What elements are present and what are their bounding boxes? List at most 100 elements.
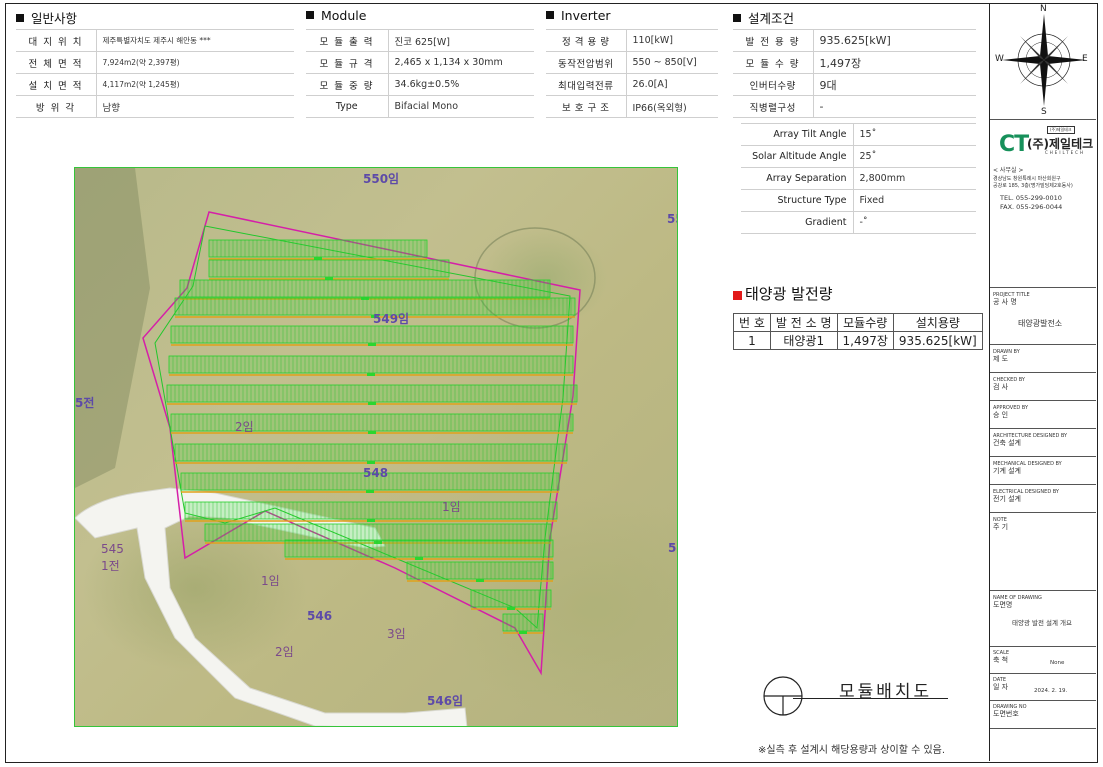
drawing-no-cell: DRAWING NO 도면번호 [990, 701, 1096, 729]
map-label: 546임 [427, 694, 464, 708]
main-area: 일반사항 대 지 위 치 제주특별자치도 제주시 해안동 *** 전 체 면 적7… [6, 4, 989, 761]
bullet-square-icon [16, 14, 24, 22]
map-label: 550임 [363, 172, 400, 186]
table-row: 모 듈 중 량 34.6kg±0.5% [306, 73, 534, 96]
table-row: 대 지 위 치 제주특별자치도 제주시 해안동 *** [16, 29, 294, 52]
compass-icon [1002, 14, 1086, 106]
footnote: ※실측 후 설계시 해당용량과 상이할 수 있음. [758, 745, 946, 756]
table-row: Array Separation 2,800mm [741, 167, 976, 190]
table-row: Array Tilt Angle 15˚ [741, 123, 976, 146]
table-row: 설 치 면 적 4,117m2(약 1,245평) [16, 73, 294, 96]
map-label: 5전 [75, 396, 95, 410]
table-row: Type Bifacial Mono [306, 95, 534, 118]
bullet-square-icon [733, 14, 741, 22]
table-row: 모 듈 수 량 1,497장 [733, 51, 976, 74]
inverter-marker [367, 461, 375, 464]
inverter-marker [366, 490, 374, 493]
map-label: 545 [101, 542, 124, 556]
table-row: 직병렬구성 - [733, 95, 976, 118]
fax-number: FAX. 055-296-0044 [1000, 203, 1063, 211]
inverter-marker [476, 579, 484, 582]
design-conditions-table: Array Tilt Angle 15˚ Solar Altitude Angle… [741, 123, 976, 234]
scale-value: None [1050, 660, 1065, 666]
module-title: Module [306, 8, 366, 23]
map-label: 3임 [387, 627, 406, 641]
map-label: 55 [667, 212, 677, 226]
table-row: 전 체 면 적 7,924m2(약 2,397평) [16, 51, 294, 74]
title-block: N S E W (주)제일테크 CT (주)제일테크 CHEILTECH < 사… [989, 4, 1097, 761]
section-mark-icon [763, 676, 803, 716]
map-label: 1전 [101, 559, 120, 573]
map-label: 1임 [261, 574, 280, 588]
date-value: 2024. 2. 19. [1034, 688, 1068, 694]
map-label: 548 [363, 466, 389, 480]
general-title: 일반사항 [16, 8, 77, 27]
note-cell: NOTE 주 기 [990, 513, 1096, 591]
table-row: 발 전 용 량 935.625[kW] [733, 29, 976, 52]
inverter-table: 정 격 용 량 110[kW] 동작전압범위 550 ~ 850[V] 최대입력전류… [546, 29, 718, 118]
table-row: 모 듈 규 격 2,465 x 1,134 x 30mm [306, 51, 534, 74]
inverter-title: Inverter [546, 8, 611, 23]
compass-s: S [1041, 107, 1047, 117]
drawing-sheet: 일반사항 대 지 위 치 제주특별자치도 제주시 해안동 *** 전 체 면 적7… [5, 3, 1098, 763]
mech-cell: MECHANICAL DESIGNED BY 기계 설계 [990, 457, 1096, 485]
inverter-marker [314, 257, 322, 260]
address-line-1: 경상남도 창원특례시 마산회원구 [993, 176, 1061, 182]
bullet-square-icon [546, 11, 554, 19]
project-title: 태양광발전소 [1018, 319, 1063, 328]
panel-row [170, 325, 574, 344]
checked-cell: CHECKED BY 검 사 [990, 373, 1096, 401]
table-row: Structure Type Fixed [741, 189, 976, 212]
table-row: 정 격 용 량 110[kW] [546, 29, 718, 52]
panel-row [166, 384, 578, 403]
design-title: 설계조건 [733, 8, 794, 27]
arch-cell: ARCHITECTURE DESIGNED BY 건축 설계 [990, 429, 1096, 457]
layout-svg [75, 168, 596, 726]
elec-cell: ELECTRICAL DESIGNED BY 전기 설계 [990, 485, 1096, 513]
table-row: 보 호 구 조 IP66(옥외형) [546, 95, 718, 118]
red-square-icon [733, 291, 742, 300]
pv-table: 번 호 발 전 소 명 모듈수량 설치용량 1 태양광1 1,497장 935.… [733, 313, 983, 350]
phone-number: TEL. 055-299-0010 [1000, 194, 1062, 202]
inverter-marker [325, 277, 333, 280]
panel-row [208, 239, 428, 258]
drawn-cell: DRAWN BY 제 도 [990, 345, 1096, 373]
table-row: 1 태양광1 1,497장 935.625[kW] [733, 331, 983, 350]
inverter-marker [415, 557, 423, 560]
company-cell: (주)제일테크 CT (주)제일테크 CHEILTECH < 사무실 > 경상남… [990, 120, 1096, 288]
inverter-marker [368, 343, 376, 346]
table-row: 방 위 각 남향 [16, 95, 294, 118]
map-label: 54 [668, 541, 677, 555]
map-label: 546 [307, 609, 333, 623]
panel-row [170, 413, 574, 432]
company-sub: CHEILTECH [1045, 150, 1085, 155]
table-row: Gradient -˚ [741, 211, 976, 234]
address-line-2: 공강로 185, 3층(명가빌딩제2호동사) [993, 183, 1073, 189]
inverter-marker [519, 631, 527, 634]
module-table: 모 듈 출 력 진코 625[W] 모 듈 규 격 2,465 x 1,134 x … [306, 29, 534, 118]
scale-cell: SCALE 축 척 None [990, 647, 1096, 674]
approved-cell: APPROVED BY 승 인 [990, 401, 1096, 429]
general-table: 대 지 위 치 제주특별자치도 제주시 해안동 *** 전 체 면 적 7,924m… [16, 29, 294, 118]
panel-rows [166, 239, 578, 634]
table-row: Solar Altitude Angle 25˚ [741, 145, 976, 168]
bullet-square-icon [306, 11, 314, 19]
table-row: 동작전압범위 550 ~ 850[V] [546, 51, 718, 74]
panel-row [168, 355, 574, 374]
date-cell: DATE 일 자 2024. 2. 19. [990, 674, 1096, 701]
site-layout-map: 550임 55 549임 5전 2임 548 1임 545 1전 1임 546 … [74, 167, 678, 727]
design-table: 발 전 용 량 935.625[kW] 모 듈 수 량 1,497장 인버터수량 9대… [733, 29, 976, 118]
inverter-marker [507, 607, 515, 610]
table-row: 최대입력전류 26.0[A] [546, 73, 718, 96]
compass-e: E [1082, 54, 1088, 64]
table-row: 인버터수량 9대 [733, 73, 976, 96]
pv-title: 태양광 발전량 [733, 283, 833, 304]
tree-area [75, 168, 150, 488]
title-underline [793, 698, 948, 699]
project-cell: PROJECT TITLE 공 사 명 태양광발전소 [990, 288, 1096, 345]
compass-n: N [1040, 4, 1047, 14]
compass-w: W [995, 54, 1004, 64]
inverter-marker [368, 402, 376, 405]
inverter-marker [367, 373, 375, 376]
map-label: 549임 [373, 312, 410, 326]
